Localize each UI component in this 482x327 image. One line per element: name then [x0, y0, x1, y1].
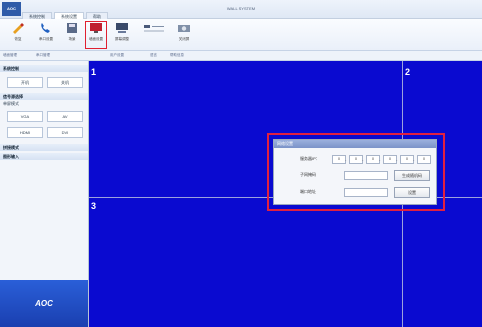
phone-icon	[41, 23, 50, 33]
ip-separator: -	[396, 157, 398, 162]
ribbon-group-labels: 墙面管理 串口管理 用户设置 语言 帮助信息	[0, 51, 482, 61]
ip-octet-2[interactable]: 0	[349, 155, 363, 164]
group-label: 墙面管理	[3, 53, 17, 57]
generate-random-button[interactable]: 生成随机码	[394, 170, 430, 181]
set-button[interactable]: 设置	[394, 187, 430, 198]
window-title: WALL SYSTEM	[226, 6, 256, 11]
monitor-icon	[116, 23, 128, 33]
ribbon-toolbar: 恢复 串口设置 场景 墙面设置 屏幕调整 关闭屏	[0, 19, 482, 51]
subnet-label: 子网掩码	[300, 172, 316, 177]
port-input[interactable]	[344, 188, 388, 197]
ip-separator: -	[362, 157, 364, 162]
port-row: 端口地址 设置	[274, 187, 436, 198]
group-label: 用户设置	[110, 53, 124, 57]
source-vga-button[interactable]: VGA	[7, 111, 43, 122]
ip-octet-4[interactable]: 0	[383, 155, 397, 164]
close-screen-button[interactable]: 关闭屏	[174, 22, 194, 48]
camera-icon	[178, 25, 190, 32]
section-signal-source[interactable]: 信号源选择	[0, 93, 88, 100]
port-label: 端口地址	[300, 189, 316, 194]
scene-button[interactable]: 场景	[62, 22, 82, 48]
ip-octet-5[interactable]: 0	[400, 155, 414, 164]
screen-adjust-button[interactable]: 屏幕调整	[112, 22, 132, 48]
dialog-title: 网络设置	[274, 140, 436, 148]
ip-label: 服务器IP：	[300, 156, 320, 161]
title-bar: AOC WALL SYSTEM 系统控制 系统设置 帮助	[0, 0, 482, 21]
video-wall-canvas[interactable]: 1 2 3 4 网络设置 服务器IP： 0 - 0 - 0 - 0 - 0 - …	[89, 61, 482, 327]
power-off-button[interactable]: 关机	[47, 77, 83, 88]
ip-row: 服务器IP： 0 - 0 - 0 - 0 - 0 - 0	[274, 155, 436, 164]
ip-octet-6[interactable]: 0	[417, 155, 431, 164]
group-label: 语言	[150, 53, 157, 57]
display-icon	[90, 23, 102, 33]
ip-separator: -	[345, 157, 347, 162]
ip-octet-1[interactable]: 0	[332, 155, 346, 164]
brand-logo: AOC	[0, 280, 88, 327]
zone-label-1: 1	[91, 67, 97, 77]
sidebar: 系统控制 开机 关机 信号源选择 单屏模式 VGA AV HDMI DVI 拼接…	[0, 61, 89, 327]
serial-settings-button[interactable]: 串口设置	[36, 22, 56, 48]
source-av-button[interactable]: AV	[47, 111, 83, 122]
source-hdmi-button[interactable]: HDMI	[7, 127, 43, 138]
ip-separator: -	[413, 157, 415, 162]
zone-label-2: 2	[405, 67, 411, 77]
ip-separator: -	[379, 157, 381, 162]
zone-label-3: 3	[91, 201, 97, 211]
ip-octet-3[interactable]: 0	[366, 155, 380, 164]
subnet-row: 子网掩码 生成随机码	[274, 170, 436, 181]
single-screen-mode-label[interactable]: 单屏模式	[3, 101, 19, 107]
power-on-button[interactable]: 开机	[7, 77, 43, 88]
group-label: 帮助信息	[170, 53, 184, 57]
network-settings-dialog: 网络设置 服务器IP： 0 - 0 - 0 - 0 - 0 - 0 子网掩码 生…	[273, 139, 437, 205]
network-settings-dialog-highlight: 网络设置 服务器IP： 0 - 0 - 0 - 0 - 0 - 0 子网掩码 生…	[267, 133, 445, 211]
wall-settings-button[interactable]: 墙面设置	[85, 21, 107, 49]
slider-icon	[144, 25, 164, 32]
source-dvi-button[interactable]: DVI	[47, 127, 83, 138]
save-icon	[67, 23, 77, 33]
section-system-control[interactable]: 系统控制	[0, 65, 88, 72]
settings-slider[interactable]	[140, 22, 168, 48]
restore-button[interactable]: 恢复	[8, 22, 28, 48]
section-graphic-input[interactable]: 图形输入	[0, 153, 88, 160]
section-splice-mode[interactable]: 拼接模式	[0, 144, 88, 151]
subnet-input[interactable]	[344, 171, 388, 180]
pencil-icon	[13, 23, 24, 34]
group-label: 串口管理	[36, 53, 50, 57]
